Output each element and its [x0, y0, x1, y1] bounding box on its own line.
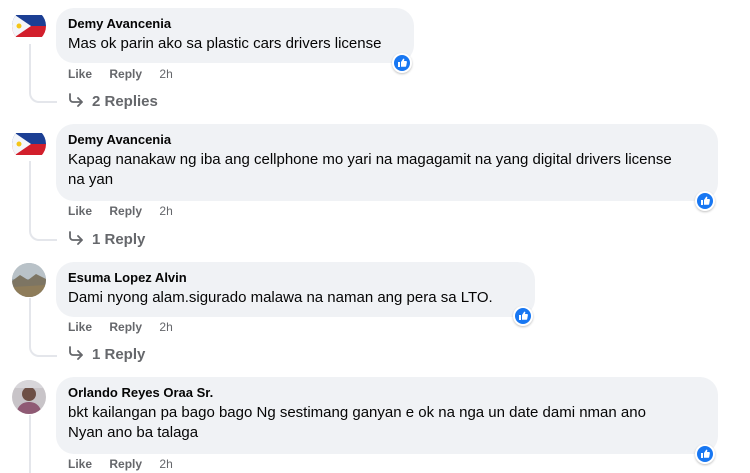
thread-line	[29, 44, 31, 88]
avatar[interactable]	[12, 380, 46, 414]
thread-elbow	[29, 225, 57, 241]
comment-timestamp[interactable]: 2h	[159, 319, 172, 335]
comment-bubble: Demy Avancenia Mas ok parin ako sa plast…	[56, 8, 414, 63]
like-action[interactable]: Like	[68, 203, 92, 219]
reply-action[interactable]: Reply	[109, 319, 142, 335]
thread-elbow	[29, 341, 57, 357]
comment-timestamp[interactable]: 2h	[159, 66, 172, 82]
reaction-badge[interactable]	[513, 306, 533, 326]
comment-author[interactable]: Orlando Reyes Oraa Sr.	[68, 385, 678, 401]
reaction-badge[interactable]	[392, 53, 412, 73]
like-action[interactable]: Like	[68, 66, 92, 82]
thread-line	[29, 161, 31, 227]
like-reaction-icon	[697, 193, 713, 209]
view-replies-link[interactable]: 1 Reply	[68, 230, 145, 250]
reply-action[interactable]: Reply	[109, 203, 142, 219]
comment-text: Dami nyong alam.sigurado malawa na naman…	[68, 289, 493, 306]
thread-elbow	[29, 87, 57, 103]
like-action[interactable]: Like	[68, 319, 92, 335]
like-action[interactable]: Like	[68, 456, 92, 472]
philippine-flag-avatar	[12, 9, 46, 43]
thread-line	[29, 415, 31, 473]
comment-author[interactable]: Demy Avancenia	[68, 132, 678, 148]
landscape-photo-avatar	[12, 263, 46, 297]
avatar[interactable]	[12, 9, 46, 43]
reply-action[interactable]: Reply	[109, 66, 142, 82]
reply-action[interactable]: Reply	[109, 456, 142, 472]
person-photo-avatar	[12, 380, 46, 414]
comment-text: Mas ok parin ako sa plastic cars drivers…	[68, 35, 382, 52]
comment-author[interactable]: Esuma Lopez Alvin	[68, 270, 523, 286]
view-replies-link[interactable]: 1 Reply	[68, 345, 145, 365]
reply-arrow-icon	[69, 93, 83, 107]
comment-text: Kapag nanakaw ng iba ang cellphone mo ya…	[68, 151, 672, 188]
comment-actions: Like Reply 2h	[68, 319, 187, 335]
like-reaction-icon	[697, 446, 713, 462]
replies-count: 1 Reply	[92, 346, 146, 363]
thread-line	[29, 298, 31, 342]
comment-timestamp[interactable]: 2h	[159, 203, 172, 219]
comment-bubble: Esuma Lopez Alvin Dami nyong alam.sigura…	[56, 262, 535, 317]
comment-text: bkt kailangan pa bago bago Ng sestimang …	[68, 404, 646, 441]
like-reaction-icon	[515, 308, 531, 324]
comment-author[interactable]: Demy Avancenia	[68, 16, 402, 32]
reply-arrow-icon	[69, 346, 83, 360]
avatar[interactable]	[12, 263, 46, 297]
comment-bubble: Orlando Reyes Oraa Sr. bkt kailangan pa …	[56, 377, 718, 454]
comment-bubble: Demy Avancenia Kapag nanakaw ng iba ang …	[56, 124, 718, 201]
reaction-badge[interactable]	[695, 444, 715, 464]
replies-count: 2 Replies	[92, 93, 158, 110]
replies-count: 1 Reply	[92, 231, 146, 248]
reply-arrow-icon	[69, 231, 83, 245]
comment-actions: Like Reply 2h	[68, 203, 187, 219]
reaction-badge[interactable]	[695, 191, 715, 211]
comment-actions: Like Reply 2h	[68, 456, 187, 472]
view-replies-link[interactable]: 2 Replies	[68, 92, 158, 112]
comment-actions: Like Reply 2h	[68, 66, 187, 82]
philippine-flag-avatar	[12, 127, 46, 161]
avatar[interactable]	[12, 127, 46, 161]
comment-timestamp[interactable]: 2h	[159, 456, 172, 472]
like-reaction-icon	[394, 55, 410, 71]
